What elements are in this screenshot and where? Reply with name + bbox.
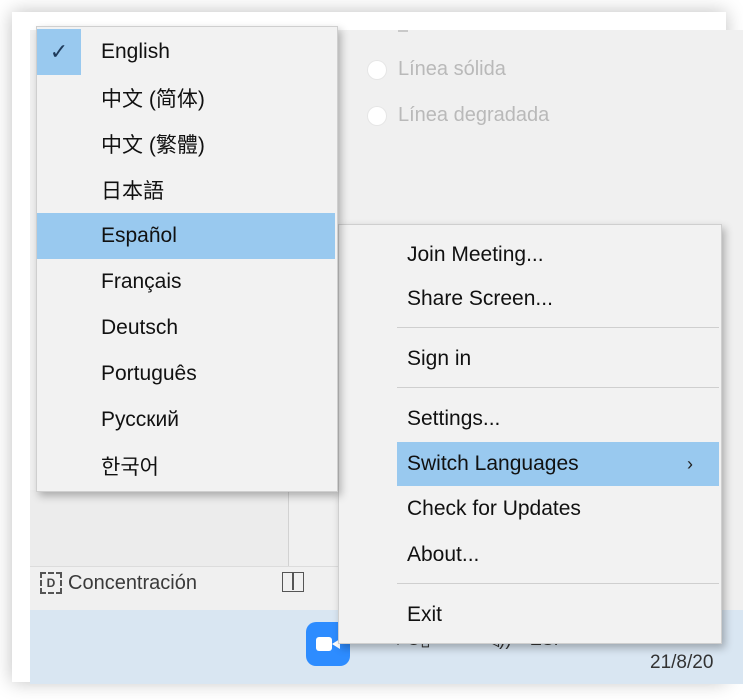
read-mode-icon[interactable] (282, 572, 304, 592)
menu-item-label: Sign in (407, 347, 472, 370)
menu-separator (397, 583, 719, 584)
language-item-chinese-traditional[interactable]: 中文 (繁體) (37, 121, 335, 167)
language-label: Português (101, 362, 197, 385)
submenu-arrow-icon: › (687, 453, 693, 474)
screenshot-stage: Línea sólida Línea degradada D Concentra… (0, 0, 743, 700)
radio-option-gradient-line[interactable]: Línea degradada (368, 104, 549, 127)
language-label: Español (101, 224, 177, 247)
language-item-german[interactable]: Deutsch (37, 305, 335, 351)
language-item-french[interactable]: Français (37, 259, 335, 305)
language-item-portuguese[interactable]: Português (37, 351, 335, 397)
focus-icon: D (40, 572, 62, 594)
language-item-english[interactable]: ✓ English (37, 29, 335, 75)
menu-separator (397, 327, 719, 328)
radio-label: Línea degradada (398, 104, 550, 126)
menu-separator (397, 387, 719, 388)
checkmark-icon: ✓ (37, 29, 81, 75)
clock-date[interactable]: 21/8/20 (650, 652, 713, 674)
menu-item-label: Share Screen... (407, 287, 553, 310)
tray-context-menu: Join Meeting... Share Screen... Sign in … (338, 224, 722, 644)
menu-item-share-screen[interactable]: Share Screen... (339, 277, 719, 321)
radio-icon[interactable] (368, 60, 386, 79)
language-item-korean[interactable]: 한국어 (37, 443, 335, 489)
menu-item-switch-languages[interactable]: Switch Languages › (397, 442, 719, 486)
menu-item-about[interactable]: About... (339, 533, 719, 577)
language-label: English (101, 40, 170, 63)
focus-mode-button[interactable]: D Concentración (40, 568, 197, 598)
language-label: 中文 (简体) (101, 88, 205, 111)
language-label: 中文 (繁體) (101, 134, 205, 157)
radio-option-solid-line[interactable]: Línea sólida (368, 58, 506, 81)
focus-label: Concentración (68, 571, 197, 594)
menu-item-check-for-updates[interactable]: Check for Updates (339, 487, 719, 531)
language-label: Français (101, 270, 182, 293)
radio-icon[interactable] (368, 106, 386, 125)
menu-item-exit[interactable]: Exit (339, 593, 719, 637)
radio-label: Línea sólida (398, 58, 506, 80)
language-label: Deutsch (101, 316, 179, 339)
language-label: Русский (101, 408, 179, 431)
menu-item-label: Settings... (407, 407, 501, 430)
language-item-japanese[interactable]: 日本語 (37, 167, 335, 213)
language-submenu: ✓ English 中文 (简体) 中文 (繁體) 日本語 Español Fr… (36, 26, 338, 492)
menu-item-label: Exit (407, 603, 443, 626)
language-label: 한국어 (101, 456, 159, 479)
menu-item-sign-in[interactable]: Sign in (339, 337, 719, 381)
separator-dash (398, 30, 408, 32)
language-item-chinese-simplified[interactable]: 中文 (简体) (37, 75, 335, 121)
language-label: 日本語 (101, 180, 164, 203)
language-item-spanish[interactable]: Español (37, 213, 335, 259)
menu-item-label: Join Meeting... (407, 243, 544, 266)
language-item-russian[interactable]: Русский (37, 397, 335, 443)
menu-item-settings[interactable]: Settings... (339, 397, 719, 441)
menu-item-label: About... (407, 543, 480, 566)
menu-item-label: Switch Languages (407, 452, 579, 475)
menu-item-label: Check for Updates (407, 497, 581, 520)
menu-item-join-meeting[interactable]: Join Meeting... (339, 233, 719, 277)
